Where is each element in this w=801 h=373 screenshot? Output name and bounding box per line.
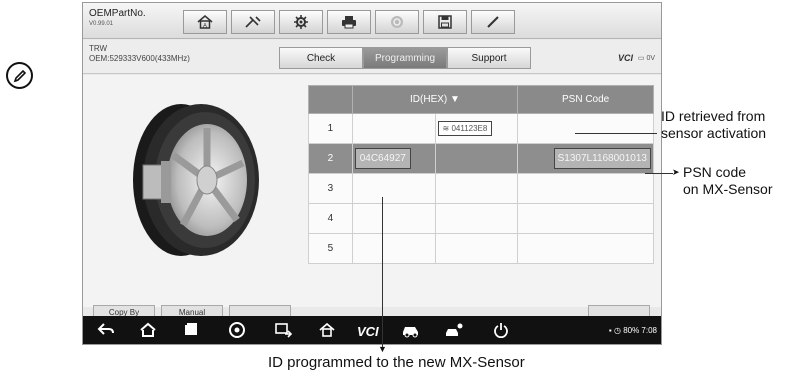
gear-icon: [294, 15, 308, 29]
model-info: OEMPartNo. V0.99.01: [89, 8, 146, 30]
back-icon[interactable]: [97, 322, 115, 342]
id-cell-retrieved: ≋ 041123E8: [434, 113, 519, 144]
print-icon: [342, 16, 356, 29]
vci-icon[interactable]: VCI: [357, 324, 379, 339]
column-header-num: [308, 85, 353, 114]
make-label: TRW: [89, 44, 108, 53]
browser-icon[interactable]: [229, 322, 245, 342]
android-nav-bar: VCI ▪ ◷ 80% 7:08: [83, 316, 661, 344]
main-content: ID(HEX) ▼ PSN Code 1 ≋ 041123E8 2 04C649…: [83, 75, 661, 307]
column-header-psn: PSN Code: [517, 85, 654, 114]
tab-check[interactable]: Check: [279, 47, 363, 69]
edit-icon: [6, 62, 33, 89]
home-icon[interactable]: [139, 322, 157, 342]
annotation-id-retrieved: ID retrieved from sensor activation: [661, 108, 767, 141]
message-icon: ▪ ◷: [608, 326, 624, 335]
retrieved-id-badge: ≋ 041123E8: [437, 121, 493, 136]
screen-share-icon[interactable]: [275, 322, 293, 342]
annotation-id-programmed: ID programmed to the new MX-Sensor: [268, 354, 525, 371]
table-row[interactable]: 1 ≋ 041123E8: [308, 113, 654, 144]
print-button[interactable]: [327, 10, 371, 34]
table-header-row: ID(HEX) ▼ PSN Code: [308, 85, 654, 114]
id-cell-retrieved: [434, 143, 519, 174]
home-button[interactable]: A: [183, 10, 227, 34]
id-cell: [351, 113, 436, 144]
table-row[interactable]: 5: [308, 233, 654, 264]
pen-icon: [487, 16, 499, 28]
tablet-screen: OEMPartNo. V0.99.01 A TRW OEM:529333V600…: [82, 2, 662, 345]
model-label: OEMPartNo.: [89, 8, 146, 19]
column-header-id[interactable]: ID(HEX) ▼: [351, 85, 519, 114]
psn-cell: [517, 233, 654, 264]
tire-illustration: [133, 104, 259, 256]
psn-cell: S1307L1168001013: [517, 143, 654, 174]
battery-icon: ▭: [637, 55, 645, 62]
svg-text:A: A: [203, 24, 207, 30]
id-cell-retrieved: [434, 173, 519, 204]
manual-figure: OEMPartNo. V0.99.01 A TRW OEM:529333V600…: [0, 0, 801, 373]
tab-programming[interactable]: Programming: [363, 47, 447, 69]
version-label: V0.99.01: [89, 21, 114, 27]
tab-support[interactable]: Support: [447, 47, 531, 69]
callout-line-programmed: [382, 197, 383, 347]
pen-button[interactable]: [471, 10, 515, 34]
voltage-indicator: ▭ 0V: [638, 54, 655, 62]
vci-indicator: VCI: [617, 53, 633, 63]
power-icon[interactable]: [493, 322, 509, 342]
tools-button[interactable]: [231, 10, 275, 34]
id-cell: 04C64927: [351, 143, 436, 174]
save-button[interactable]: [423, 10, 467, 34]
vehicle-info: TRW OEM:529333V600(433MHz): [89, 44, 190, 64]
help-icon: [391, 16, 403, 28]
id-cell: [351, 203, 436, 234]
id-cell-retrieved: [434, 203, 519, 234]
id-cell: [351, 233, 436, 264]
callout-line-psn: [645, 173, 673, 174]
sensor-table: ID(HEX) ▼ PSN Code 1 ≋ 041123E8 2 04C649…: [308, 85, 654, 264]
car-person-icon[interactable]: [445, 322, 465, 342]
id-cell: [351, 173, 436, 204]
save-icon: [438, 15, 452, 29]
recent-apps-icon[interactable]: [183, 322, 199, 342]
row-number: 3: [308, 173, 353, 204]
arrow-right-icon: ➤: [672, 167, 680, 177]
programmed-id-value: 04C64927: [354, 148, 411, 169]
row-number: 1: [308, 113, 353, 144]
callout-line-retrieved: [575, 133, 657, 134]
voltage-label: 0V: [646, 55, 655, 62]
psn-cell: [517, 173, 654, 204]
retrieved-id-value: 041123E8: [451, 124, 488, 133]
oem-label: OEM:529333V600(433MHz): [89, 54, 190, 63]
psn-cell: [517, 113, 654, 144]
help-button[interactable]: [375, 10, 419, 34]
car-icon[interactable]: [401, 322, 421, 342]
row-number: 2: [308, 143, 353, 174]
top-toolbar: OEMPartNo. V0.99.01 A: [83, 3, 661, 39]
id-cell-retrieved: [434, 233, 519, 264]
row-number: 5: [308, 233, 353, 264]
row-number: 4: [308, 203, 353, 234]
psn-cell: [517, 203, 654, 234]
house-icon[interactable]: [319, 322, 335, 342]
psn-code-value: S1307L1168001013: [553, 148, 651, 169]
tools-icon: [245, 16, 261, 28]
annotation-psn-code: PSN code on MX-Sensor: [683, 164, 773, 197]
table-row[interactable]: 3: [308, 173, 654, 204]
table-row[interactable]: 4: [308, 203, 654, 234]
status-area: ▪ ◷ 80% 7:08: [609, 326, 657, 335]
table-row[interactable]: 2 04C64927 S1307L1168001013: [308, 143, 654, 174]
tire-image: [113, 95, 263, 265]
sub-toolbar: TRW OEM:529333V600(433MHz) Check Program…: [83, 40, 661, 74]
home-icon: A: [197, 15, 213, 29]
settings-button[interactable]: [279, 10, 323, 34]
battery-time-label: 80% 7:08: [623, 326, 657, 335]
